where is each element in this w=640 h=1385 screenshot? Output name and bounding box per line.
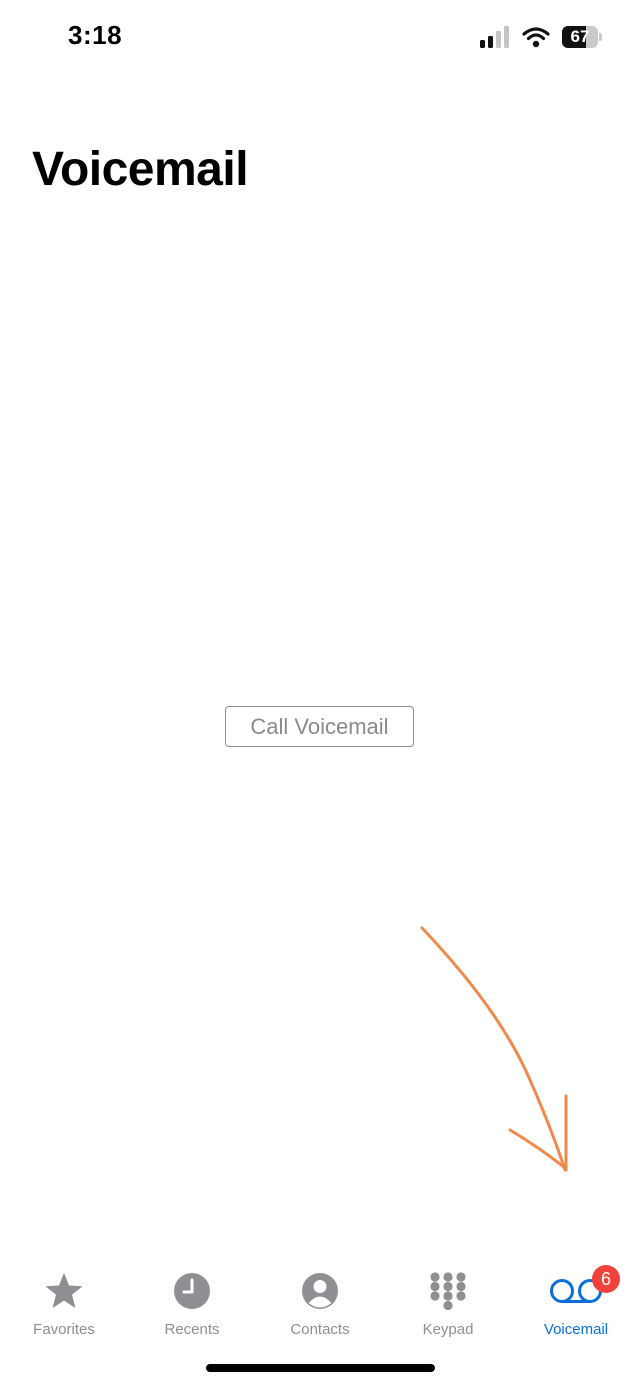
home-indicator[interactable]	[206, 1364, 435, 1372]
tab-voicemail[interactable]: 6 Voicemail	[512, 1245, 640, 1345]
tab-contacts-label: Contacts	[290, 1321, 350, 1338]
clock-icon	[174, 1273, 210, 1309]
person-circle-icon	[302, 1273, 338, 1309]
tab-keypad[interactable]: Keypad	[384, 1245, 512, 1345]
annotation-arrow	[420, 926, 568, 1172]
tab-recents[interactable]: Recents	[128, 1245, 256, 1345]
keypad-icon	[430, 1272, 466, 1310]
tab-keypad-label: Keypad	[422, 1321, 474, 1338]
tab-contacts[interactable]: Contacts	[256, 1245, 384, 1345]
tab-favorites[interactable]: Favorites	[0, 1245, 128, 1345]
tab-bar: Favorites Recents Contacts Keypad 6 Voic…	[0, 1245, 640, 1345]
tab-favorites-label: Favorites	[33, 1321, 95, 1338]
voicemail-badge: 6	[592, 1265, 620, 1293]
star-icon	[45, 1273, 83, 1308]
tab-recents-label: Recents	[164, 1321, 220, 1338]
tab-voicemail-label: Voicemail	[543, 1321, 609, 1338]
